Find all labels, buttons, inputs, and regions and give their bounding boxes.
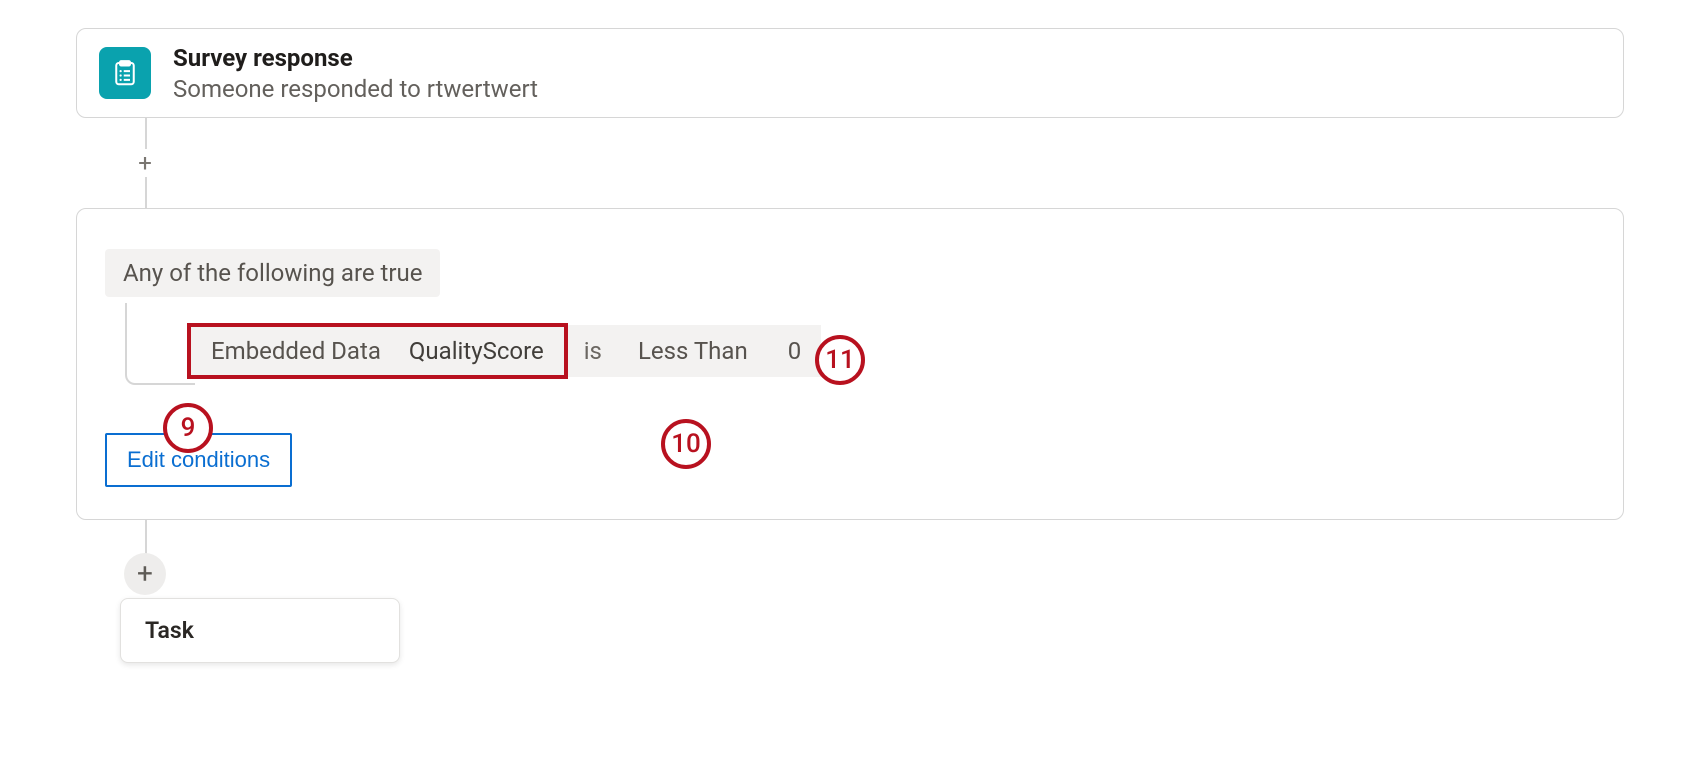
condition-field: QualityScore <box>409 337 544 365</box>
trigger-text: Survey response Someone responded to rtw… <box>173 43 538 103</box>
task-row: Task <box>110 598 1624 663</box>
callout-10: 10 <box>661 419 711 469</box>
condition-connector: is <box>568 325 618 377</box>
condition-operator-chip[interactable]: Less Than <box>618 325 768 377</box>
trigger-card[interactable]: Survey response Someone responded to rtw… <box>76 28 1624 118</box>
task-card[interactable]: Task <box>120 598 400 663</box>
condition-field-chip[interactable]: Embedded Data QualityScore <box>187 323 568 379</box>
condition-card[interactable]: Any of the following are true Embedded D… <box>76 208 1624 520</box>
workflow-canvas: Survey response Someone responded to rtw… <box>0 0 1700 769</box>
condition-value-chip[interactable]: 0 <box>768 325 822 377</box>
connector-1: + <box>131 118 161 208</box>
condition-operator: Less Than <box>638 337 748 365</box>
condition-category: Embedded Data <box>211 337 381 365</box>
callout-9: 9 <box>163 403 213 453</box>
clipboard-icon <box>99 47 151 99</box>
condition-value: 0 <box>788 337 802 365</box>
condition-group-header: Any of the following are true <box>105 249 440 297</box>
tree-elbow <box>125 303 195 385</box>
trigger-subtitle: Someone responded to rtwertwert <box>173 75 538 103</box>
task-label: Task <box>145 617 194 644</box>
connector-2: + <box>131 520 161 574</box>
add-step-button-2[interactable]: + <box>124 553 166 595</box>
trigger-title: Survey response <box>173 43 538 73</box>
condition-row: Embedded Data QualityScore is Less Than … <box>187 323 1595 379</box>
add-step-button-1[interactable]: + <box>131 149 159 177</box>
callout-11: 11 <box>815 335 865 385</box>
condition-tree: Embedded Data QualityScore is Less Than … <box>105 323 1595 379</box>
